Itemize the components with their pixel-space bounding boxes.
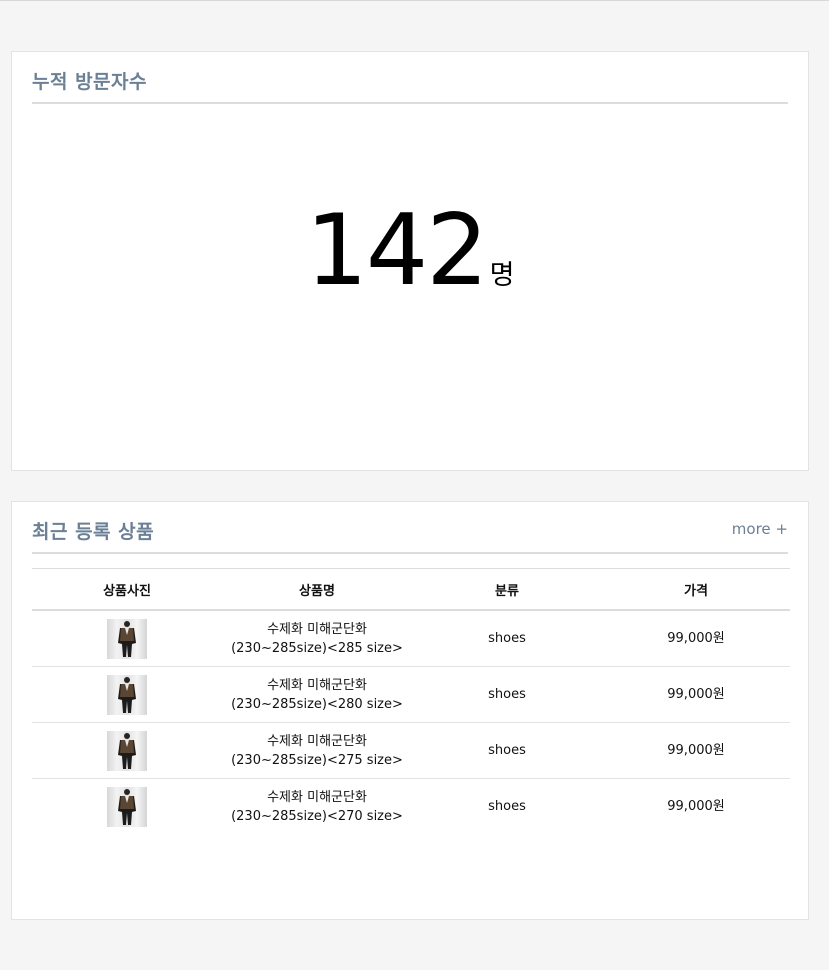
product-name: 수제화 미해군단화 xyxy=(267,733,367,749)
product-photo-cell xyxy=(32,779,222,835)
product-price: 99,000원 xyxy=(667,799,725,814)
visitor-count-panel: 누적 방문자수 142 명 xyxy=(11,51,809,471)
product-name-cell[interactable]: 수제화 미해군단화 (230~285size)<270 size> xyxy=(222,779,412,835)
product-photo-cell xyxy=(32,666,222,723)
visitor-panel-title: 누적 방문자수 xyxy=(32,71,147,93)
product-size: (230~285size)<275 size> xyxy=(231,752,403,768)
product-photo-cell xyxy=(32,610,222,667)
suit-photo-icon xyxy=(118,676,136,713)
product-photo-cell xyxy=(32,722,222,779)
product-thumbnail[interactable] xyxy=(107,674,147,715)
product-size: (230~285size)<280 size> xyxy=(231,696,403,712)
product-category: shoes xyxy=(412,610,602,667)
product-name-cell[interactable]: 수제화 미해군단화 (230~285size)<280 size> xyxy=(222,666,412,723)
product-category: shoes xyxy=(412,722,602,779)
recent-products-table: 상품사진 상품명 분류 가격 수제화 미해군단화 (230~285size)<2… xyxy=(32,568,790,834)
product-price: 99,000원 xyxy=(602,666,790,723)
table-row: 수제화 미해군단화 (230~285size)<280 size> shoes … xyxy=(32,666,790,723)
product-category: shoes xyxy=(412,666,602,723)
panel-header: 누적 방문자수 xyxy=(32,52,788,104)
column-header-category: 분류 xyxy=(412,568,602,611)
product-thumbnail[interactable] xyxy=(107,730,147,771)
suit-photo-icon xyxy=(118,620,136,657)
column-header-name: 상품명 xyxy=(222,568,412,611)
product-thumbnail[interactable] xyxy=(107,786,147,827)
panel-header: 최근 등록 상품 more + xyxy=(32,502,788,554)
product-price: 99,000원 xyxy=(602,722,790,779)
suit-photo-icon xyxy=(118,788,136,825)
product-name: 수제화 미해군단화 xyxy=(267,677,367,693)
product-thumbnail[interactable] xyxy=(107,618,147,659)
more-link[interactable]: more + xyxy=(732,520,788,538)
product-name: 수제화 미해군단화 xyxy=(267,789,367,805)
visitor-counter: 142 명 xyxy=(12,202,808,300)
table-header-row: 상품사진 상품명 분류 가격 xyxy=(32,568,790,611)
products-panel-title: 최근 등록 상품 xyxy=(32,521,155,543)
column-header-photo: 상품사진 xyxy=(32,568,222,611)
table-row: 수제화 미해군단화 (230~285size)<275 size> shoes … xyxy=(32,722,790,779)
product-name-cell[interactable]: 수제화 미해군단화 (230~285size)<275 size> xyxy=(222,722,412,779)
visitor-count-value: 142 xyxy=(305,194,489,308)
product-size: (230~285size)<285 size> xyxy=(231,640,403,656)
product-size: (230~285size)<270 size> xyxy=(231,808,403,824)
table-row: 수제화 미해군단화 (230~285size)<270 size> shoes … xyxy=(32,779,790,835)
suit-photo-icon xyxy=(118,732,136,769)
table-row: 수제화 미해군단화 (230~285size)<285 size> shoes … xyxy=(32,610,790,667)
product-name: 수제화 미해군단화 xyxy=(267,621,367,637)
product-category: shoes xyxy=(488,799,526,814)
product-name-cell[interactable]: 수제화 미해군단화 (230~285size)<285 size> xyxy=(222,610,412,667)
visitor-count-unit: 명 xyxy=(489,260,515,291)
top-divider xyxy=(0,0,829,1)
recent-products-panel: 최근 등록 상품 more + 상품사진 상품명 분류 가격 수제화 미해군단화… xyxy=(11,501,809,920)
product-price: 99,000원 xyxy=(602,610,790,667)
column-header-price: 가격 xyxy=(602,568,790,611)
